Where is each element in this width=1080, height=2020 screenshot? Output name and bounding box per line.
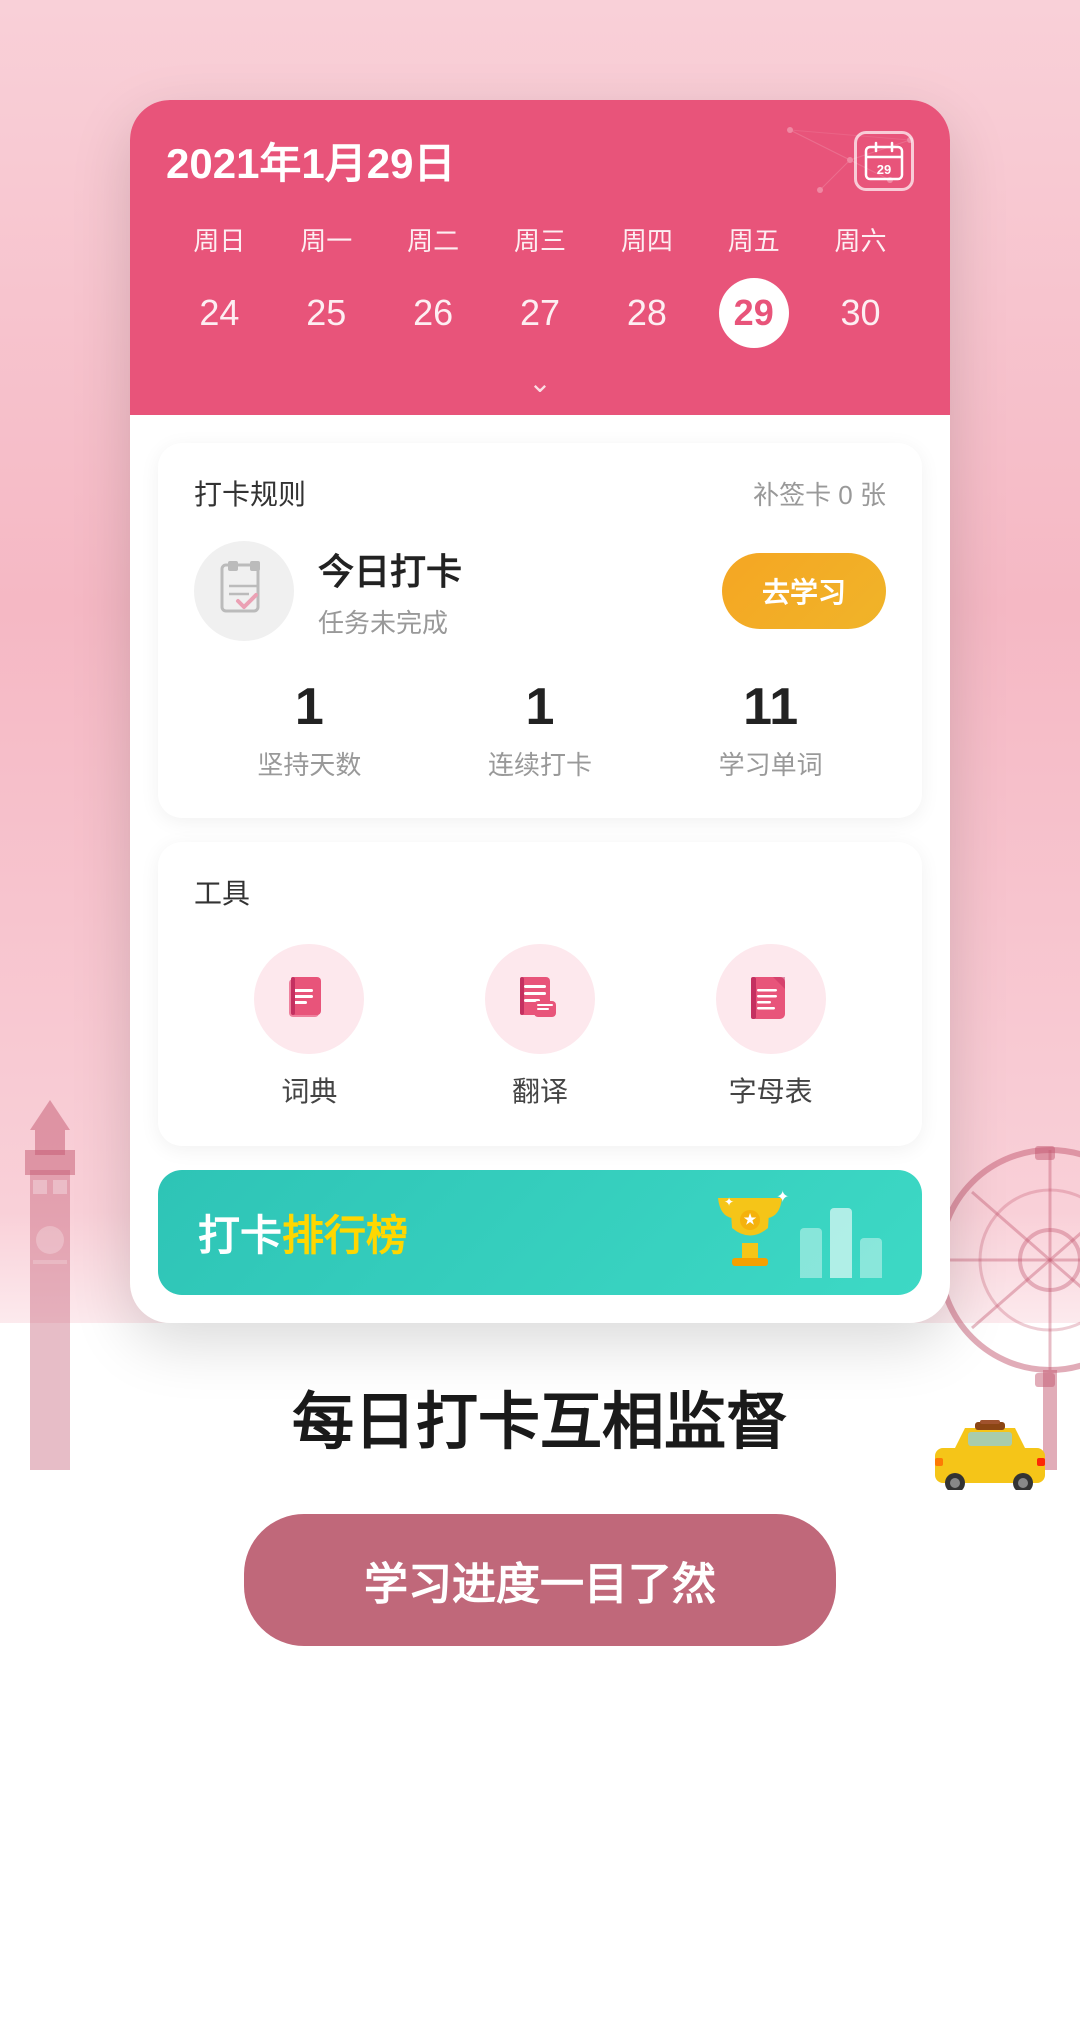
date-29-active[interactable]: 29 — [719, 278, 789, 348]
stat-words: 11 学习单词 — [719, 677, 823, 782]
date-26[interactable]: 26 — [380, 278, 487, 348]
stat-persist-num: 1 — [257, 677, 361, 737]
checkin-rules-label[interactable]: 打卡规则 — [194, 473, 306, 513]
checkin-card: 打卡规则 补签卡 0 张 今日打卡 — [158, 443, 922, 818]
tools-row: 词典 翻译 — [194, 944, 886, 1110]
weekday-fri: 周五 — [700, 215, 807, 264]
checkin-today-title: 今日打卡 — [318, 543, 722, 595]
tools-card: 工具 词典 — [158, 842, 922, 1146]
stat-streak: 1 连续打卡 — [488, 677, 592, 782]
trophy-area: ★ ✦ ✦ — [710, 1188, 882, 1278]
svg-text:✦: ✦ — [776, 1189, 789, 1206]
bottom-section: 每日打卡互相监督 学习进度一目了然 — [0, 1323, 1080, 1686]
ranking-highlight: 排行榜 — [282, 1212, 408, 1259]
tool-translate-label: 翻译 — [512, 1070, 568, 1110]
calendar-section: 2021年1月29日 29 周日 周一 周二 周三 周四 周五 周六 24 — [130, 100, 950, 415]
tools-title: 工具 — [194, 872, 886, 912]
cta-button[interactable]: 学习进度一目了然 — [244, 1514, 836, 1646]
stat-persist: 1 坚持天数 — [257, 677, 361, 782]
weekday-tue: 周二 — [380, 215, 487, 264]
weekday-wed: 周三 — [487, 215, 594, 264]
ranking-text: 打卡排行榜 — [198, 1202, 408, 1263]
trophy-icon: ★ ✦ ✦ — [710, 1188, 790, 1278]
tool-translate[interactable]: 翻译 — [485, 944, 595, 1110]
svg-text:★: ★ — [744, 1211, 757, 1227]
date-25[interactable]: 25 — [273, 278, 380, 348]
checkin-icon-wrap — [194, 541, 294, 641]
svg-text:✦: ✦ — [724, 1195, 734, 1209]
weekday-sun: 周日 — [166, 215, 273, 264]
date-24[interactable]: 24 — [166, 278, 273, 348]
tool-alphabet-icon-wrap — [716, 944, 826, 1054]
ranking-banner[interactable]: 打卡排行榜 ★ ✦ ✦ — [158, 1170, 922, 1295]
tool-dictionary[interactable]: 词典 — [254, 944, 364, 1110]
stats-row: 1 坚持天数 1 连续打卡 11 学习单词 — [194, 677, 886, 782]
weekday-mon: 周一 — [273, 215, 380, 264]
stat-persist-label: 坚持天数 — [257, 750, 361, 780]
tool-dictionary-label: 词典 — [281, 1070, 337, 1110]
tool-alphabet[interactable]: 字母表 — [716, 944, 826, 1110]
stat-streak-num: 1 — [488, 677, 592, 737]
weekday-thu: 周四 — [593, 215, 700, 264]
tool-translate-icon-wrap — [485, 944, 595, 1054]
stat-words-num: 11 — [719, 677, 823, 737]
date-28[interactable]: 28 — [593, 278, 700, 348]
date-row: 24 25 26 27 28 29 30 — [166, 278, 914, 358]
calendar-title: 2021年1月29日 — [166, 130, 456, 191]
study-button[interactable]: 去学习 — [722, 553, 886, 629]
tool-alphabet-label: 字母表 — [729, 1070, 813, 1110]
weekday-row: 周日 周一 周二 周三 周四 周五 周六 — [166, 215, 914, 264]
weekday-sat: 周六 — [807, 215, 914, 264]
date-27[interactable]: 27 — [487, 278, 594, 348]
stat-words-label: 学习单词 — [719, 750, 823, 780]
tool-dictionary-icon-wrap — [254, 944, 364, 1054]
checkin-today-subtitle: 任务未完成 — [318, 603, 722, 640]
stat-streak-label: 连续打卡 — [488, 750, 592, 780]
date-30[interactable]: 30 — [807, 278, 914, 348]
calendar-collapse-icon[interactable]: ⌄ — [528, 366, 551, 399]
makeup-card-label: 补签卡 0 张 — [753, 475, 886, 512]
main-slogan: 每日打卡互相监督 — [80, 1383, 1000, 1464]
phone-card: 2021年1月29日 29 周日 周一 周二 周三 周四 周五 周六 24 — [130, 100, 950, 1323]
